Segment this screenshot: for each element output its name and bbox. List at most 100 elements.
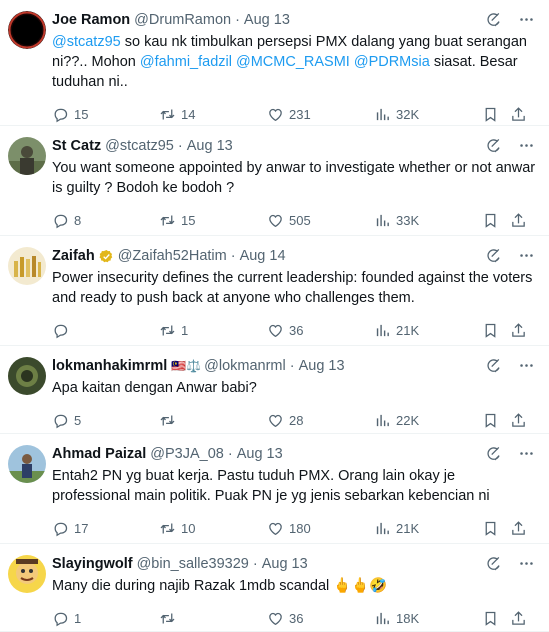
reply-tweet[interactable]: St Catz @stcatz95 · Aug 13 You want some… — [0, 126, 549, 236]
bookmark-icon — [482, 212, 499, 229]
tweet-date[interactable]: Aug 13 — [187, 137, 233, 155]
like-button[interactable]: 28 — [267, 412, 303, 429]
tweet-date[interactable]: Aug 13 — [237, 445, 283, 463]
bookmark-button[interactable] — [482, 322, 504, 339]
display-name[interactable]: Joe Ramon — [52, 11, 130, 29]
reply-tweet[interactable]: Zaifah @Zaifah52Hatim · Aug 14 Power ins… — [0, 236, 549, 346]
user-handle[interactable]: @P3JA_08 — [150, 445, 224, 463]
user-handle[interactable]: @bin_salle39329 — [137, 555, 249, 573]
reply-button[interactable] — [52, 322, 74, 339]
bookmark-button[interactable] — [482, 106, 504, 123]
more-options-icon[interactable] — [518, 137, 535, 154]
user-handle[interactable]: @lokmanrml — [204, 357, 286, 375]
avatar[interactable] — [8, 11, 46, 49]
retweet-count: 10 — [181, 520, 196, 536]
views-icon — [374, 412, 391, 429]
reply-button[interactable]: 15 — [52, 106, 88, 123]
tweet-date[interactable]: Aug 13 — [262, 555, 308, 573]
more-options-icon[interactable] — [518, 11, 535, 28]
tweet-date[interactable]: Aug 14 — [240, 247, 286, 265]
avatar[interactable] — [8, 445, 46, 483]
like-button[interactable]: 505 — [267, 212, 311, 229]
share-button[interactable] — [510, 322, 532, 339]
like-count: 36 — [289, 322, 304, 338]
reply-button[interactable]: 17 — [52, 520, 88, 537]
share-icon — [510, 106, 527, 123]
mention-link[interactable]: @MCMC_RASMI — [236, 54, 350, 70]
reply-tweet[interactable]: Slayingwolf @bin_salle39329 · Aug 13 Man… — [0, 544, 549, 632]
grok-icon[interactable] — [485, 137, 502, 154]
share-button[interactable] — [510, 520, 532, 537]
more-options-icon[interactable] — [518, 555, 535, 572]
mention-link[interactable]: @fahmi_fadzil — [140, 54, 232, 70]
like-count: 180 — [289, 520, 311, 536]
display-name[interactable]: Ahmad Paizal — [52, 445, 146, 463]
share-icon — [510, 520, 527, 537]
grok-icon[interactable] — [485, 445, 502, 462]
retweet-button[interactable] — [159, 412, 181, 429]
action-bar: 5 28 22K — [52, 406, 537, 434]
grok-icon[interactable] — [485, 11, 502, 28]
user-handle[interactable]: @DrumRamon — [134, 11, 231, 29]
retweet-button[interactable]: 1 — [159, 322, 188, 339]
reply-count: 1 — [74, 610, 82, 626]
reply-tweet[interactable]: Joe Ramon @DrumRamon · Aug 13 @stcatz95 … — [0, 0, 549, 126]
mention-link[interactable]: @stcatz95 — [52, 34, 121, 50]
grok-icon[interactable] — [485, 247, 502, 264]
user-handle[interactable]: @stcatz95 — [105, 137, 174, 155]
like-button[interactable]: 36 — [267, 322, 303, 339]
display-name[interactable]: Slayingwolf — [52, 555, 133, 573]
display-name[interactable]: Zaifah — [52, 247, 95, 265]
views-button[interactable]: 18K — [374, 610, 419, 627]
grok-icon[interactable] — [485, 555, 502, 572]
more-options-icon[interactable] — [518, 357, 535, 374]
views-button[interactable]: 33K — [374, 212, 419, 229]
mention-link[interactable]: @PDRMsia — [354, 54, 430, 70]
like-icon — [267, 322, 284, 339]
retweet-button[interactable] — [159, 610, 181, 627]
share-button[interactable] — [510, 212, 532, 229]
views-icon — [374, 610, 391, 627]
reply-icon — [52, 212, 69, 229]
reply-tweet[interactable]: lokmanhakimrml 🇲🇾⚖️ @lokmanrml · Aug 13 … — [0, 346, 549, 434]
views-button[interactable]: 21K — [374, 520, 419, 537]
reply-button[interactable]: 5 — [52, 412, 81, 429]
user-handle[interactable]: @Zaifah52Hatim — [118, 247, 227, 265]
views-button[interactable]: 22K — [374, 412, 419, 429]
reply-tweet[interactable]: Ahmad Paizal @P3JA_08 · Aug 13 Entah2 PN… — [0, 434, 549, 544]
tweet-text: Power insecurity defines the current lea… — [52, 270, 537, 306]
share-button[interactable] — [510, 106, 532, 123]
tweet-date[interactable]: Aug 13 — [244, 11, 290, 29]
retweet-button[interactable]: 14 — [159, 106, 195, 123]
like-button[interactable]: 36 — [267, 610, 303, 627]
views-button[interactable]: 21K — [374, 322, 419, 339]
retweet-button[interactable]: 10 — [159, 520, 195, 537]
share-button[interactable] — [510, 610, 532, 627]
avatar[interactable] — [8, 555, 46, 593]
display-name[interactable]: St Catz — [52, 137, 101, 155]
bookmark-button[interactable] — [482, 520, 504, 537]
views-button[interactable]: 32K — [374, 106, 419, 123]
like-button[interactable]: 231 — [267, 106, 311, 123]
tweet-text: Many die during najib Razak 1mdb scandal… — [52, 578, 388, 594]
grok-icon[interactable] — [485, 357, 502, 374]
verified-badge-icon[interactable] — [99, 249, 114, 264]
reply-button[interactable]: 8 — [52, 212, 81, 229]
avatar[interactable] — [8, 247, 46, 285]
retweet-count: 1 — [181, 322, 189, 338]
reply-button[interactable]: 1 — [52, 610, 81, 627]
bookmark-button[interactable] — [482, 412, 504, 429]
tweet-date[interactable]: Aug 13 — [299, 357, 345, 375]
display-name[interactable]: lokmanhakimrml — [52, 357, 167, 375]
share-icon — [510, 412, 527, 429]
retweet-count: 14 — [181, 106, 196, 122]
more-options-icon[interactable] — [518, 247, 535, 264]
bookmark-button[interactable] — [482, 212, 504, 229]
like-button[interactable]: 180 — [267, 520, 311, 537]
avatar[interactable] — [8, 137, 46, 175]
share-button[interactable] — [510, 412, 532, 429]
avatar[interactable] — [8, 357, 46, 395]
bookmark-button[interactable] — [482, 610, 504, 627]
retweet-button[interactable]: 15 — [159, 212, 195, 229]
more-options-icon[interactable] — [518, 445, 535, 462]
